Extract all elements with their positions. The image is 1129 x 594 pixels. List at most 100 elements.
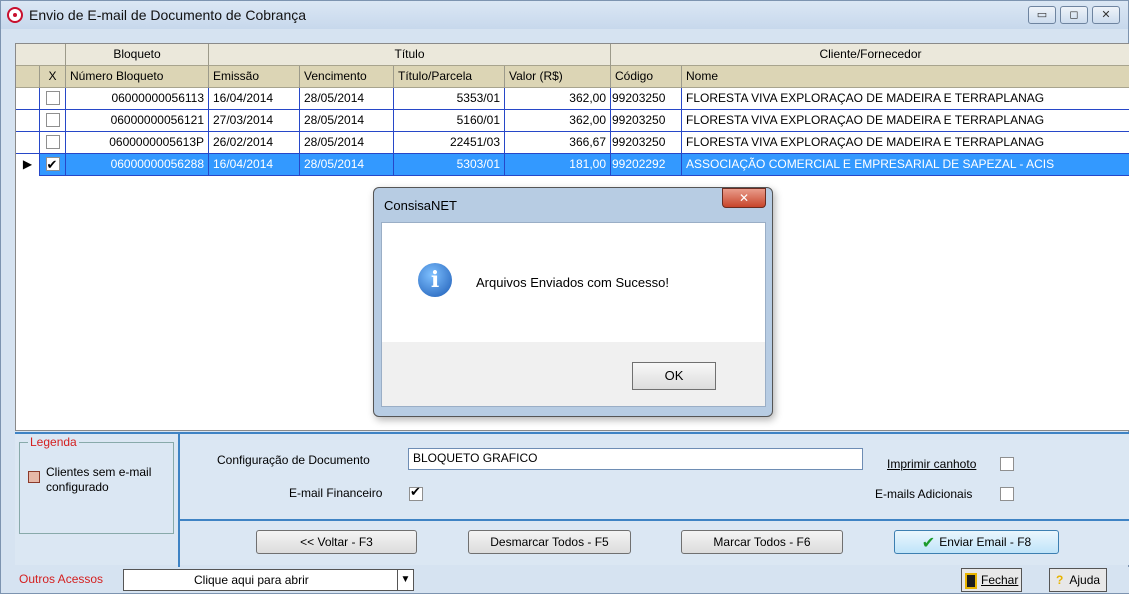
cell-valor: 362,00 [505, 110, 611, 132]
cell-valor: 362,00 [505, 88, 611, 110]
config-documento-input[interactable]: BLOQUETO GRAFICO [408, 448, 863, 470]
current-row-indicator-icon: ▶ [16, 154, 40, 176]
legend-item-text: Clientes sem e-mail configurado [46, 465, 151, 495]
row-checkbox[interactable] [45, 113, 60, 127]
legend-box: Legenda Clientes sem e-mail configurado [19, 435, 174, 534]
group-header-cliente: Cliente/Fornecedor [611, 44, 1129, 66]
legend-item-line2: configurado [46, 480, 109, 494]
table-row-selected[interactable]: ▶ 06000000056288 16/04/2014 28/05/2014 5… [16, 154, 1129, 176]
imprimir-canhoto-checkbox[interactable] [1000, 457, 1014, 471]
cell-codigo: 99202292 [611, 154, 682, 176]
email-financeiro-checkbox[interactable] [409, 484, 423, 501]
email-financeiro-label: E-mail Financeiro [289, 486, 383, 500]
legend-title: Legenda [28, 435, 79, 449]
row-indicator [16, 132, 40, 154]
col-header-numero[interactable]: Número Bloqueto [66, 66, 209, 88]
checkmark-icon: ✔ [921, 535, 936, 552]
col-header-emissao[interactable]: Emissão [209, 66, 300, 88]
outros-acessos-dropdown[interactable]: Clique aqui para abrir ▼ [123, 569, 414, 591]
cell-codigo: 99203250 [611, 110, 682, 132]
group-header-spacer [16, 44, 66, 66]
col-header-indicator [16, 66, 40, 88]
cell-nome: FLORESTA VIVA EXPLORAÇAO DE MADEIRA E TE… [682, 88, 1129, 110]
row-checkbox[interactable] [45, 91, 60, 105]
column-header-row: X Número Bloqueto Emissão Vencimento Tít… [16, 66, 1129, 88]
enviar-email-label: Enviar Email - F8 [939, 535, 1032, 549]
col-header-nome[interactable]: Nome [682, 66, 1129, 88]
cell-titulo: 22451/03 [394, 132, 505, 154]
emails-adicionais-label: E-mails Adicionais [875, 487, 973, 501]
row-check-cell [40, 132, 66, 154]
emails-adicionais-checkbox[interactable] [1000, 487, 1014, 501]
outros-acessos-label: Outros Acessos [19, 572, 104, 586]
dialog-footer: OK [381, 342, 766, 407]
col-header-check[interactable]: X [40, 66, 66, 88]
legend-swatch [28, 471, 40, 483]
window-title: Envio de E-mail de Documento de Cobrança [29, 7, 307, 23]
cell-titulo: 5353/01 [394, 88, 505, 110]
cell-nome: ASSOCIAÇÃO COMERCIAL E EMPRESARIAL DE SA… [682, 154, 1129, 176]
col-header-valor[interactable]: Valor (R$) [505, 66, 611, 88]
row-indicator [16, 88, 40, 110]
cell-numero: 06000000056121 [66, 110, 209, 132]
ajuda-button[interactable]: ? Ajuda [1049, 568, 1108, 592]
marcar-todos-button[interactable]: Marcar Todos - F6 [681, 530, 843, 554]
panel-divider-horizontal [180, 519, 1129, 521]
dialog-message: Arquivos Enviados com Sucesso! [476, 275, 669, 290]
group-header-bloqueto: Bloqueto [66, 44, 209, 66]
config-documento-label: Configuração de Documento [217, 453, 370, 467]
main-window: Envio de E-mail de Documento de Cobrança… [0, 0, 1129, 594]
ok-button[interactable]: OK [632, 362, 716, 390]
cell-codigo: 99203250 [611, 132, 682, 154]
cell-numero: 06000000056113 [66, 88, 209, 110]
ajuda-label: Ajuda [1069, 573, 1101, 587]
app-icon [7, 7, 23, 23]
cell-titulo: 5160/01 [394, 110, 505, 132]
row-indicator [16, 110, 40, 132]
row-checkbox[interactable] [45, 154, 60, 175]
row-check-cell [40, 88, 66, 110]
cell-codigo: 99203250 [611, 88, 682, 110]
table-row[interactable]: 06000000056113 16/04/2014 28/05/2014 535… [16, 88, 1129, 110]
cell-vencimento: 28/05/2014 [300, 110, 394, 132]
maximize-button[interactable]: ◻ [1060, 6, 1088, 24]
cell-numero: 0600000005613P [66, 132, 209, 154]
cell-nome: FLORESTA VIVA EXPLORAÇAO DE MADEIRA E TE… [682, 132, 1129, 154]
voltar-button[interactable]: << Voltar - F3 [256, 530, 417, 554]
close-button[interactable]: ✕ [1092, 6, 1120, 24]
cell-numero: 06000000056288 [66, 154, 209, 176]
cell-emissao: 27/03/2014 [209, 110, 300, 132]
panel-divider-vertical [178, 434, 180, 567]
minimize-button[interactable]: ▭ [1028, 6, 1056, 24]
info-icon: i [418, 263, 452, 297]
imprimir-canhoto-label: Imprimir canhoto [887, 457, 977, 471]
table-row[interactable]: 0600000005613P 26/02/2014 28/05/2014 224… [16, 132, 1129, 154]
col-header-titulo[interactable]: Título/Parcela [394, 66, 505, 88]
row-checkbox[interactable] [45, 135, 60, 149]
table-row[interactable]: 06000000056121 27/03/2014 28/05/2014 516… [16, 110, 1129, 132]
message-dialog: ConsisaNET ✕ i Arquivos Enviados com Suc… [373, 187, 773, 417]
fechar-label: Fechar [981, 573, 1019, 587]
row-check-cell [40, 154, 66, 176]
help-icon: ? [1056, 573, 1064, 587]
title-bar: Envio de E-mail de Documento de Cobrança… [1, 1, 1128, 29]
col-header-vencimento[interactable]: Vencimento [300, 66, 394, 88]
cell-vencimento: 28/05/2014 [300, 88, 394, 110]
row-check-cell [40, 110, 66, 132]
fechar-button[interactable]: Fechar [961, 568, 1023, 592]
cell-valor: 181,00 [505, 154, 611, 176]
dialog-body: i Arquivos Enviados com Sucesso! [381, 222, 766, 342]
window-controls: ▭ ◻ ✕ [1028, 6, 1120, 24]
exit-door-icon [965, 572, 977, 589]
cell-emissao: 26/02/2014 [209, 132, 300, 154]
enviar-email-button[interactable]: ✔ Enviar Email - F8 [894, 530, 1059, 554]
status-bar: Outros Acessos Clique aqui para abrir ▼ … [15, 567, 1129, 593]
chevron-down-icon[interactable]: ▼ [397, 570, 413, 590]
col-header-codigo[interactable]: Código [611, 66, 682, 88]
bottom-panel: Legenda Clientes sem e-mail configurado … [15, 432, 1129, 567]
cell-titulo: 5303/01 [394, 154, 505, 176]
cell-vencimento: 28/05/2014 [300, 132, 394, 154]
dialog-close-button[interactable]: ✕ [722, 188, 766, 208]
group-header-titulo: Título [209, 44, 611, 66]
desmarcar-todos-button[interactable]: Desmarcar Todos - F5 [468, 530, 631, 554]
